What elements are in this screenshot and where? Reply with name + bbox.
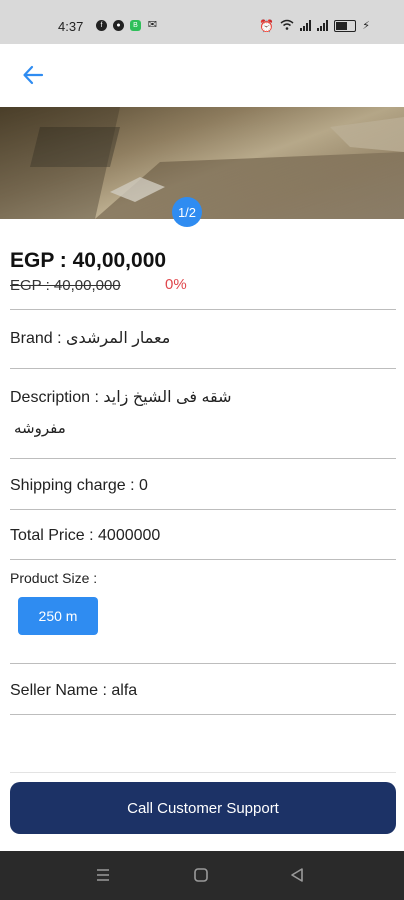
- call-customer-support-button[interactable]: Call Customer Support: [10, 782, 396, 834]
- app-icon: B: [130, 20, 141, 31]
- back-icon[interactable]: [289, 867, 305, 888]
- alarm-icon: ⏰: [259, 18, 275, 33]
- shipping-row: Shipping charge : 0: [10, 477, 148, 494]
- product-photo: [0, 107, 404, 219]
- product-price: EGP : 40,00,000: [10, 249, 167, 272]
- battery-icon: [334, 19, 357, 32]
- image-pager-indicator: 1/2: [172, 197, 202, 227]
- status-right-icons: ⏰ ⚡: [259, 18, 370, 33]
- divider: [10, 559, 396, 560]
- app-bar: [0, 44, 404, 107]
- mail-icon: ✉: [147, 19, 158, 31]
- signal-icon-2: [317, 20, 329, 31]
- divider: [10, 772, 396, 773]
- status-bar: 4:37 f ● B ✉ ⏰ ⚡: [0, 0, 404, 44]
- divider: [10, 663, 396, 664]
- discount-percent: 0%: [165, 276, 187, 293]
- total-price-row: Total Price : 4000000: [10, 527, 161, 544]
- description-row: Description : شقه فى الشيخ زايد: [10, 389, 232, 406]
- arrow-left-icon: [23, 65, 44, 85]
- product-size-label: Product Size :: [10, 570, 98, 586]
- charging-icon: ⚡: [362, 20, 370, 32]
- divider: [10, 458, 396, 459]
- brand-row: Brand : معمار المرشدى: [10, 330, 171, 347]
- back-button[interactable]: [18, 60, 48, 90]
- record-icon: ●: [113, 20, 124, 31]
- facebook-icon: f: [96, 20, 107, 31]
- status-left-icons: f ● B ✉: [96, 20, 158, 31]
- seller-name-row: Seller Name : alfa: [10, 682, 138, 699]
- divider: [10, 309, 396, 310]
- signal-icon: [300, 20, 312, 31]
- divider: [10, 509, 396, 510]
- home-icon[interactable]: [193, 867, 209, 888]
- system-nav-bar: [0, 851, 404, 900]
- status-time: 4:37: [58, 19, 84, 34]
- menu-icon[interactable]: [95, 867, 111, 888]
- divider: [10, 368, 396, 369]
- divider: [10, 714, 396, 715]
- product-image[interactable]: [0, 107, 404, 219]
- size-option-250m[interactable]: 250 m: [18, 597, 98, 635]
- wifi-icon: [280, 18, 294, 33]
- original-price: EGP : 40,00,000: [10, 277, 121, 294]
- description-line-2: مفروشه: [14, 420, 66, 437]
